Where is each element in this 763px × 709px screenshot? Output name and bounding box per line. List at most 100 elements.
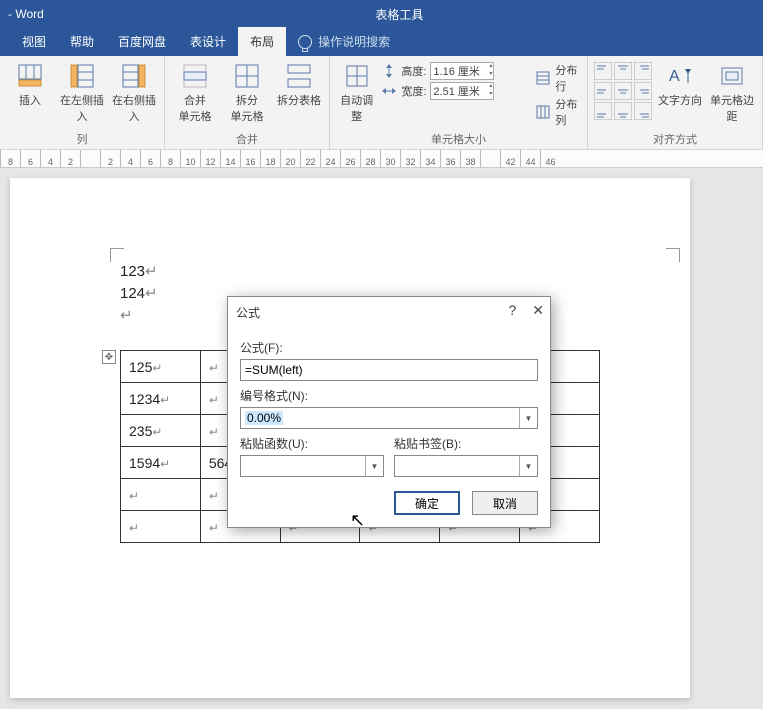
insert-right-button[interactable]: 在右侧插入 xyxy=(110,62,158,124)
chevron-down-icon[interactable]: ▼ xyxy=(519,456,537,476)
chevron-down-icon[interactable]: ▼ xyxy=(519,408,537,428)
paste-bookmark-combo[interactable]: ▼ xyxy=(394,455,538,477)
table-cell[interactable]: 125↵ xyxy=(121,351,201,383)
ruler-mark: 36 xyxy=(440,150,460,167)
align-mr-icon[interactable] xyxy=(634,82,652,100)
group-alignment: A 文字方向 单元格边距 对齐方式 xyxy=(588,56,763,149)
row-height-field[interactable]: 高度: 1.16 厘米 xyxy=(381,62,531,80)
insert-below-button[interactable]: 插入 xyxy=(6,62,54,108)
align-tr-icon[interactable] xyxy=(634,62,652,80)
distribute-cols-button[interactable]: 分布列 xyxy=(535,96,581,128)
tell-me-search[interactable]: 操作说明搜索 xyxy=(286,27,402,56)
ruler-mark: 4 xyxy=(120,150,140,167)
group-merge: 合并 单元格 拆分 单元格 拆分表格 合并 xyxy=(165,56,330,149)
text-direction-button[interactable]: A 文字方向 xyxy=(656,62,704,108)
app-title: - Word xyxy=(8,7,44,21)
merge-cells-button[interactable]: 合并 单元格 xyxy=(171,62,219,124)
paragraph: 123↵ xyxy=(120,262,600,280)
align-tl-icon[interactable] xyxy=(594,62,612,80)
pilcrow-icon: ↵ xyxy=(145,263,158,280)
tab-help[interactable]: 帮助 xyxy=(58,27,106,56)
cancel-button[interactable]: 取消 xyxy=(472,491,538,515)
bulb-icon xyxy=(298,35,312,49)
col-width-input[interactable]: 2.51 厘米 xyxy=(430,82,494,100)
chevron-down-icon[interactable]: ▼ xyxy=(365,456,383,476)
tab-baidu[interactable]: 百度网盘 xyxy=(106,27,178,56)
close-button[interactable]: ✕ xyxy=(532,302,544,319)
help-button[interactable]: ? xyxy=(508,302,516,319)
ruler-mark: 32 xyxy=(400,150,420,167)
ruler-mark: 2 xyxy=(100,150,120,167)
tab-table-layout[interactable]: 布局 xyxy=(238,27,286,56)
split-table-button[interactable]: 拆分表格 xyxy=(275,62,323,108)
alignment-grid[interactable] xyxy=(594,62,652,120)
ruler-mark: 30 xyxy=(380,150,400,167)
number-format-label: 编号格式(N): xyxy=(240,387,538,404)
merge-cells-icon xyxy=(181,62,209,90)
paste-bookmark-label: 粘贴书签(B): xyxy=(394,435,538,452)
ruler-mark xyxy=(80,150,100,167)
ruler-mark: 10 xyxy=(180,150,200,167)
align-br-icon[interactable] xyxy=(634,102,652,120)
row-height-input[interactable]: 1.16 厘米 xyxy=(430,62,494,80)
ruler-mark: 20 xyxy=(280,150,300,167)
ruler-mark: 44 xyxy=(520,150,540,167)
table-cell[interactable]: 1594↵ xyxy=(121,447,201,479)
align-mc-icon[interactable] xyxy=(614,82,632,100)
dist-cols-icon xyxy=(535,104,551,120)
ribbon-tabstrip: 视图 帮助 百度网盘 表设计 布局 操作说明搜索 xyxy=(0,28,763,56)
paste-function-combo[interactable]: ▼ xyxy=(240,455,384,477)
ribbon: 插入 在左侧插入 在右侧插入 列 合并 单元格 xyxy=(0,56,763,150)
insert-left-button[interactable]: 在左侧插入 xyxy=(58,62,106,124)
table-cell[interactable]: 1234↵ xyxy=(121,383,201,415)
group-merge-label: 合并 xyxy=(171,129,323,149)
table-cell[interactable]: 235↵ xyxy=(121,415,201,447)
ruler-mark: 8 xyxy=(160,150,180,167)
align-bl-icon[interactable] xyxy=(594,102,612,120)
number-format-combo[interactable]: 0.00% ▼ xyxy=(240,407,538,429)
ruler-mark xyxy=(480,150,500,167)
align-ml-icon[interactable] xyxy=(594,82,612,100)
width-icon xyxy=(381,83,397,99)
cell-margins-button[interactable]: 单元格边距 xyxy=(708,62,756,124)
align-tc-icon[interactable] xyxy=(614,62,632,80)
table-cell[interactable]: ↵ xyxy=(121,479,201,511)
svg-text:A: A xyxy=(669,68,680,85)
formula-dialog: 公式 ? ✕ 公式(F): 编号格式(N): 0.00% ▼ 粘贴函数(U): … xyxy=(227,296,551,528)
margin-corner-tr xyxy=(666,248,680,262)
split-cells-button[interactable]: 拆分 单元格 xyxy=(223,62,271,124)
margin-corner-tl xyxy=(110,248,124,262)
pilcrow-icon: ↵ xyxy=(145,285,158,302)
pilcrow-icon: ↵ xyxy=(120,307,133,324)
context-tab-title: 表格工具 xyxy=(44,6,755,23)
dialog-titlebar[interactable]: 公式 ? ✕ xyxy=(228,297,550,327)
distribute-rows-button[interactable]: 分布行 xyxy=(535,62,581,94)
ruler-mark: 6 xyxy=(140,150,160,167)
height-icon xyxy=(381,63,397,79)
autofit-button[interactable]: 自动调整 xyxy=(336,62,377,124)
ruler-mark: 38 xyxy=(460,150,480,167)
group-cell-size: 自动调整 高度: 1.16 厘米 宽度: 2.51 厘米 分布行 xyxy=(330,56,588,149)
paste-function-label: 粘贴函数(U): xyxy=(240,435,384,452)
table-cell[interactable]: ↵ xyxy=(121,511,201,543)
insert-left-icon xyxy=(68,62,96,90)
ok-button[interactable]: 确定 xyxy=(394,491,460,515)
tab-table-design[interactable]: 表设计 xyxy=(178,27,238,56)
formula-input[interactable] xyxy=(240,359,538,381)
tab-view[interactable]: 视图 xyxy=(10,27,58,56)
align-bc-icon[interactable] xyxy=(614,102,632,120)
ruler-mark: 12 xyxy=(200,150,220,167)
autofit-icon xyxy=(343,62,371,90)
ruler-mark: 34 xyxy=(420,150,440,167)
number-format-value: 0.00% xyxy=(245,411,283,425)
col-width-field[interactable]: 宽度: 2.51 厘米 xyxy=(381,82,531,100)
ruler-mark: 42 xyxy=(500,150,520,167)
table-move-handle[interactable]: ✥ xyxy=(102,350,116,364)
horizontal-ruler[interactable]: 8642246810121416182022242628303234363842… xyxy=(0,150,763,168)
group-cell-size-label: 单元格大小 xyxy=(336,129,581,149)
group-alignment-label: 对齐方式 xyxy=(594,129,756,149)
ruler-mark: 28 xyxy=(360,150,380,167)
app-titlebar: - Word 表格工具 xyxy=(0,0,763,28)
ruler-mark: 16 xyxy=(240,150,260,167)
formula-label: 公式(F): xyxy=(240,339,538,356)
